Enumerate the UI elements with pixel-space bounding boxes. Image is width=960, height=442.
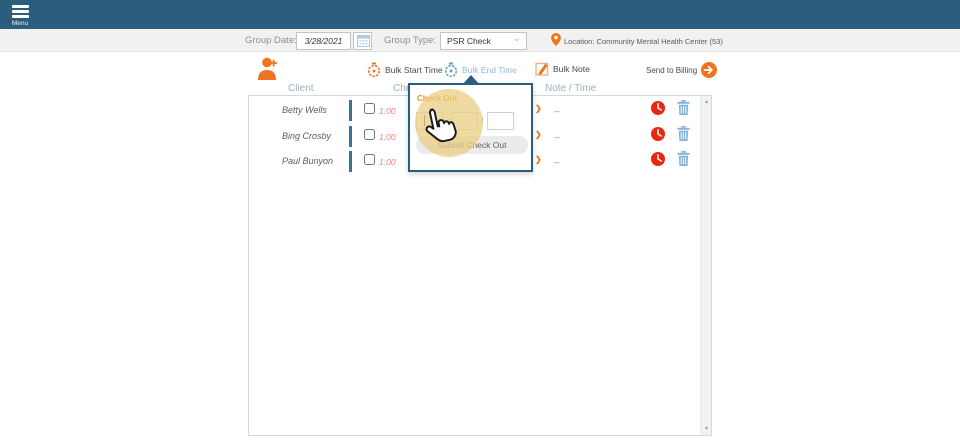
bulk-start-time-label: Bulk Start Time <box>385 65 443 75</box>
group-type-select[interactable]: PSR Check ⌄ <box>440 31 527 50</box>
location-text: Location: Community Mental Health Center… <box>564 37 723 46</box>
group-type-value: PSR Check <box>447 35 491 46</box>
trash-icon <box>677 125 690 141</box>
group-type-label: Group Type: <box>384 35 437 46</box>
menu-button[interactable]: Menu <box>8 3 32 27</box>
client-name: Betty Wells <box>282 105 327 115</box>
check-out-hour-input[interactable] <box>416 112 444 130</box>
popup-title: Check Out <box>417 94 458 103</box>
client-name: Paul Bunyon <box>282 156 334 166</box>
send-to-billing-label: Send to Billing <box>646 65 698 75</box>
chevron-down-icon: ⌄ <box>512 32 521 44</box>
bulk-note-label: Bulk Note <box>553 64 590 74</box>
row-note: -- <box>554 106 560 116</box>
row-checkbox[interactable] <box>364 154 375 165</box>
row-duration: 1:00 <box>379 106 396 116</box>
trash-icon <box>677 100 690 115</box>
bulk-end-time-label: Bulk End Time <box>462 65 517 75</box>
submit-check-out-button[interactable]: Submit Check Out <box>416 136 528 154</box>
client-name: Bing Crosby <box>282 130 332 141</box>
delete-row-button[interactable] <box>677 125 690 146</box>
row-divider <box>349 100 352 121</box>
chevron-right-icon[interactable]: ❯ <box>535 155 542 164</box>
send-to-billing-button[interactable]: Send to Billing <box>646 62 718 78</box>
row-duration: 1:00 <box>379 157 396 167</box>
popup-arrow <box>462 75 480 85</box>
time-alert-icon[interactable] <box>651 101 665 115</box>
calendar-icon <box>357 34 370 47</box>
time-colon-separator: : <box>447 116 450 126</box>
filters-toolbar: Group Date: Group Type: PSR Check ⌄ Loca… <box>0 29 960 52</box>
bulk-note-button[interactable]: Bulk Note <box>535 62 590 76</box>
menu-label: Menu <box>11 20 29 27</box>
scroll-down-icon[interactable]: ▼ <box>701 426 712 432</box>
column-header-client: Client <box>288 83 314 94</box>
stopwatch-icon <box>444 62 458 78</box>
check-out-meridiem-input[interactable] <box>487 112 514 130</box>
stopwatch-icon <box>367 62 381 78</box>
group-date-input[interactable] <box>296 31 351 50</box>
arrow-right-circle-icon <box>701 62 718 78</box>
chevron-right-icon[interactable]: ❯ <box>535 104 542 113</box>
row-checkbox[interactable] <box>364 128 375 140</box>
bulk-end-time-button[interactable]: Bulk End Time <box>444 62 517 78</box>
bulk-start-time-button[interactable]: Bulk Start Time <box>367 62 443 78</box>
time-alert-icon[interactable] <box>651 126 665 141</box>
trash-icon <box>677 151 690 166</box>
row-divider <box>349 151 352 172</box>
row-divider <box>349 125 352 147</box>
text-caret <box>424 115 425 126</box>
delete-row-button[interactable] <box>677 151 690 171</box>
add-person-icon <box>258 57 277 80</box>
scroll-up-icon[interactable]: ▲ <box>701 99 712 105</box>
row-duration: 1:00 <box>379 131 396 142</box>
check-out-popup: Check Out : / Submit Check Out <box>408 75 533 172</box>
chevron-right-icon[interactable]: ❯ <box>535 130 542 139</box>
delete-row-button[interactable] <box>677 100 690 120</box>
bulk-actions-bar: Bulk Start Time Bulk End Time Bulk Note … <box>0 52 960 85</box>
location-pin-icon <box>551 33 561 51</box>
hamburger-icon <box>8 5 32 18</box>
row-checkbox[interactable] <box>364 103 375 114</box>
meridiem-slash-separator: / <box>481 116 484 126</box>
app-window: Menu Group Date: Group Type: PSR Check ⌄… <box>0 0 960 442</box>
check-out-minute-input[interactable] <box>451 112 478 130</box>
row-note: -- <box>554 157 560 167</box>
column-header-note-time: Note / Time <box>545 83 597 94</box>
time-alert-icon[interactable] <box>651 152 665 166</box>
top-bar: Menu <box>0 0 960 29</box>
table-scrollbar[interactable]: ▲ ▼ <box>700 96 711 435</box>
row-note: -- <box>554 131 560 142</box>
edit-note-icon <box>535 62 549 76</box>
group-date-label: Group Date: <box>245 35 297 46</box>
add-client-button[interactable] <box>257 56 284 86</box>
calendar-button[interactable] <box>353 31 372 50</box>
